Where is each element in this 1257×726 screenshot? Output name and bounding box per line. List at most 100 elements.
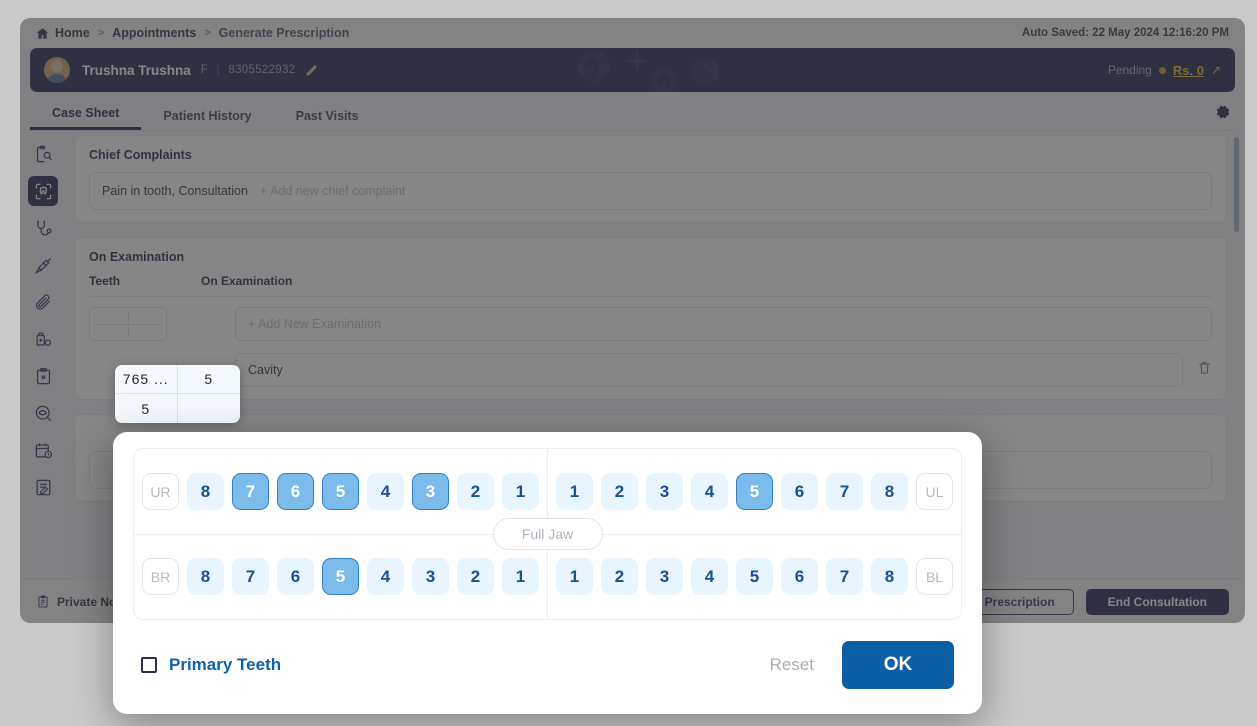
sidebar-item-clipboard-search[interactable] (28, 139, 58, 169)
chief-complaints-placeholder[interactable]: + Add new chief complaint (260, 184, 406, 198)
sidebar-item-document-edit[interactable] (28, 472, 58, 502)
column-header-on-examination: On Examination (201, 274, 1212, 288)
dental-tool-decoration-icon (686, 56, 724, 88)
tooth-upper-right-8[interactable]: 8 (187, 473, 224, 510)
add-new-examination-input[interactable]: + Add New Examination (235, 307, 1212, 341)
sidebar-item-clipboard[interactable] (28, 361, 58, 391)
gear-icon[interactable] (1215, 104, 1235, 130)
sidebar-item-attachments[interactable] (28, 287, 58, 317)
tooth-bottom-right-1[interactable]: 1 (502, 558, 539, 595)
sidebar-item-stethoscope[interactable] (28, 213, 58, 243)
tooth-upper-right-4[interactable]: 4 (367, 473, 404, 510)
tab-past-visits[interactable]: Past Visits (274, 109, 381, 130)
tooth-upper-right-6[interactable]: 6 (277, 473, 314, 510)
quadrant-label-br[interactable]: BR (142, 558, 179, 595)
tooth-upper-right-3[interactable]: 3 (412, 473, 449, 510)
modal-footer: Primary Teeth Reset OK (113, 626, 982, 714)
tooth-upper-right-1[interactable]: 1 (502, 473, 539, 510)
tooth-bottom-left-8[interactable]: 8 (871, 558, 908, 595)
tooth-upper-left-8[interactable]: 8 (871, 473, 908, 510)
quadrant-upper-left-value: 5 (178, 365, 241, 394)
tooth-bottom-left-2[interactable]: 2 (601, 558, 638, 595)
quadrant-label-ul[interactable]: UL (916, 473, 953, 510)
tooth-upper-left-7[interactable]: 7 (826, 473, 863, 510)
tooth-decoration-icon (650, 68, 678, 92)
dental-mirror-decoration-icon (570, 52, 630, 92)
tooth-upper-right-7[interactable]: 7 (232, 473, 269, 510)
tooth-bottom-right-5[interactable]: 5 (322, 558, 359, 595)
breadcrumb-separator: > (98, 27, 104, 39)
patient-name: Trushna Trushna (82, 63, 191, 78)
quadrant-label-ur[interactable]: UR (142, 473, 179, 510)
quadrant-label-bl[interactable]: BL (916, 558, 953, 595)
tooth-upper-right-5[interactable]: 5 (322, 473, 359, 510)
tooth-bottom-left-1[interactable]: 1 (556, 558, 593, 595)
scrollbar-thumb[interactable] (1234, 137, 1239, 232)
modal-actions: Reset OK (770, 641, 954, 689)
quadrant-horizontal-divider (94, 324, 162, 325)
external-link-icon[interactable]: ↗ (1211, 63, 1221, 77)
trash-icon[interactable] (1197, 360, 1212, 380)
tooth-upper-right-2[interactable]: 2 (457, 473, 494, 510)
breadcrumb-separator: > (204, 27, 210, 39)
teeth-quadrant-box[interactable] (89, 307, 167, 341)
breadcrumb-item-home[interactable]: Home (55, 26, 90, 40)
primary-teeth-checkbox[interactable] (141, 657, 157, 673)
sidebar-item-tooth-scan[interactable] (28, 176, 58, 206)
scrollbar[interactable] (1234, 137, 1239, 551)
breadcrumb-item-appointments[interactable]: Appointments (112, 26, 196, 40)
reset-button[interactable]: Reset (770, 655, 814, 675)
pencil-icon[interactable] (305, 64, 318, 77)
tooth-upper-left-1[interactable]: 1 (556, 473, 593, 510)
tooth-upper-left-4[interactable]: 4 (691, 473, 728, 510)
calendar-clock-icon (34, 441, 53, 460)
tab-case-sheet[interactable]: Case Sheet (30, 106, 141, 130)
sparkle-decoration-icon (626, 50, 648, 72)
home-icon[interactable] (36, 27, 49, 40)
status-dot (1159, 67, 1166, 74)
tooth-upper-left-3[interactable]: 3 (646, 473, 683, 510)
avatar (44, 57, 70, 83)
tooth-bottom-right-2[interactable]: 2 (457, 558, 494, 595)
teeth-selector-cell[interactable] (89, 307, 201, 341)
examination-value[interactable]: Cavity (235, 353, 1183, 387)
on-examination-add-row: + Add New Examination (89, 297, 1212, 341)
tooth-row-bottom-right: BR87654321 (134, 552, 547, 602)
tooth-bottom-left-4[interactable]: 4 (691, 558, 728, 595)
sidebar-item-eye-search[interactable] (28, 398, 58, 428)
tooth-bottom-left-3[interactable]: 3 (646, 558, 683, 595)
tab-patient-history[interactable]: Patient History (141, 109, 273, 130)
tooth-bottom-left-6[interactable]: 6 (781, 558, 818, 595)
full-jaw-button[interactable]: Full Jaw (493, 518, 603, 550)
jaw-chart: UR87654321 BR87654321 12345678UL 1234567… (133, 448, 962, 620)
tooth-upper-left-6[interactable]: 6 (781, 473, 818, 510)
on-examination-title: On Examination (89, 250, 1212, 264)
patient-gender: F (201, 64, 208, 76)
tooth-bottom-right-7[interactable]: 7 (232, 558, 269, 595)
tooth-upper-left-2[interactable]: 2 (601, 473, 638, 510)
breadcrumb: Home > Appointments > Generate Prescript… (20, 18, 1245, 48)
ok-button[interactable]: OK (842, 641, 954, 689)
icon-rail (20, 131, 66, 561)
tooth-bottom-right-6[interactable]: 6 (277, 558, 314, 595)
note-icon (36, 595, 50, 609)
tooth-bottom-right-3[interactable]: 3 (412, 558, 449, 595)
breadcrumb-item-generate-prescription: Generate Prescription (219, 26, 350, 40)
sidebar-item-calendar[interactable] (28, 435, 58, 465)
tooth-row-upper-right: UR87654321 (134, 467, 547, 517)
on-examination-card: On Examination Teeth On Examination + Ad… (74, 237, 1227, 400)
tooth-row-bottom-left: 12345678BL (548, 552, 961, 602)
primary-teeth-label: Primary Teeth (169, 655, 281, 675)
chief-complaints-card: Chief Complaints Pain in tooth, Consulta… (74, 135, 1227, 223)
tooth-bottom-left-5[interactable]: 5 (736, 558, 773, 595)
tooth-bottom-left-7[interactable]: 7 (826, 558, 863, 595)
sidebar-item-medicines[interactable] (28, 324, 58, 354)
tooth-bottom-right-4[interactable]: 4 (367, 558, 404, 595)
tooth-bottom-right-8[interactable]: 8 (187, 558, 224, 595)
tooth-upper-left-5[interactable]: 5 (736, 473, 773, 510)
chief-complaints-input[interactable]: Pain in tooth, Consultation + Add new ch… (89, 172, 1212, 210)
primary-teeth-checkbox-group[interactable]: Primary Teeth (141, 655, 281, 675)
end-consultation-button[interactable]: End Consultation (1086, 589, 1229, 615)
amount-link[interactable]: Rs. 0 (1173, 63, 1204, 78)
sidebar-item-syringe[interactable] (28, 250, 58, 280)
